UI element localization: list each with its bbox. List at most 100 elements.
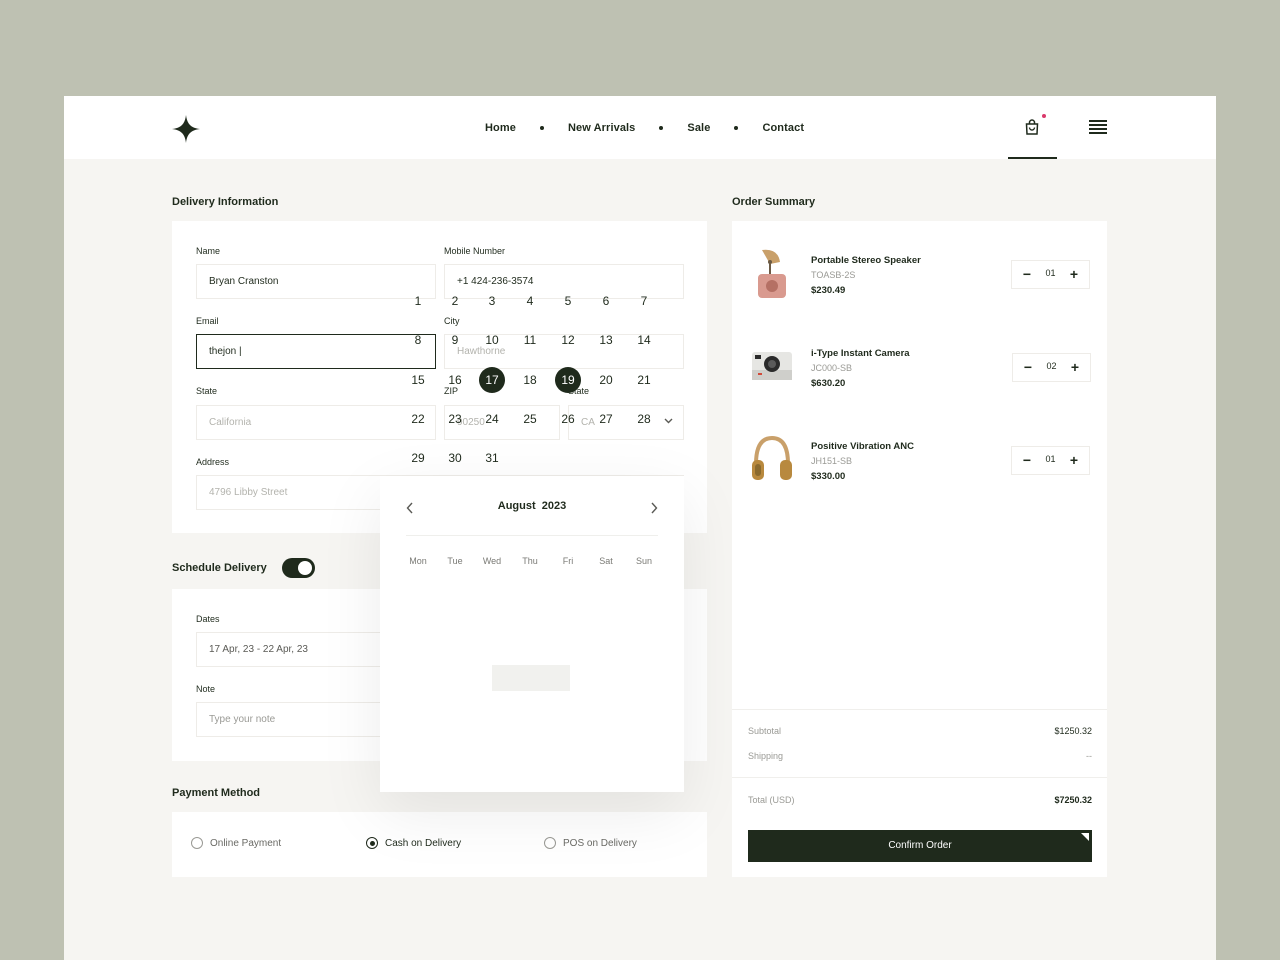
calendar-day[interactable]: 11: [517, 327, 543, 353]
calendar-day[interactable]: 7: [631, 288, 657, 314]
chevron-right-icon[interactable]: [650, 502, 658, 514]
cart-button[interactable]: [1008, 96, 1057, 159]
payment-option-online[interactable]: Online Payment: [191, 837, 281, 849]
calendar-day[interactable]: 25: [517, 406, 543, 432]
calendar-day[interactable]: 29: [405, 445, 431, 471]
weekday-label: Sat: [599, 556, 613, 566]
headphones-product-image: [752, 435, 792, 480]
radio-unchecked-icon: [191, 837, 203, 849]
quantity-stepper: − 02 +: [1012, 353, 1091, 382]
calendar-day[interactable]: 17: [479, 367, 505, 393]
payment-option-pos[interactable]: POS on Delivery: [544, 837, 637, 849]
calendar-day[interactable]: 14: [631, 327, 657, 353]
state-input[interactable]: California: [196, 405, 436, 440]
calendar-day[interactable]: 15: [405, 367, 431, 393]
calendar-day[interactable]: 5: [555, 288, 581, 314]
state-code-select[interactable]: CA: [568, 405, 684, 440]
weekday-label: Fri: [562, 556, 574, 566]
payment-option-label: Cash on Delivery: [385, 837, 462, 849]
cart-notification-badge: [1042, 114, 1046, 118]
schedule-section-title: Schedule Delivery: [172, 562, 267, 574]
chevron-down-icon: [664, 418, 673, 424]
city-label: City: [444, 316, 460, 326]
calendar-day[interactable]: 16: [442, 367, 468, 393]
shopping-bag-icon: [1025, 119, 1039, 135]
calendar-day[interactable]: 28: [631, 406, 657, 432]
weekday-label: Sun: [635, 556, 652, 566]
calendar-month-year: August 2023: [380, 500, 684, 516]
email-label: Email: [196, 316, 219, 326]
nav-separator-dot: [539, 126, 544, 130]
item-name: i-Type Instant Camera: [811, 348, 910, 359]
calendar-day[interactable]: 26: [555, 406, 581, 432]
subtotal-value: $1250.32: [1054, 726, 1092, 736]
calendar-year: 2023: [541, 500, 567, 512]
app-frame: Home New Arrivals Sale Contact Delivery …: [64, 96, 1216, 960]
top-navigation-bar: Home New Arrivals Sale Contact: [64, 96, 1216, 159]
email-input[interactable]: thejon |: [196, 334, 436, 369]
toggle-knob: [298, 561, 312, 575]
payment-option-cash[interactable]: Cash on Delivery: [366, 837, 461, 849]
item-name: Positive Vibration ANC: [811, 441, 914, 452]
corner-triangle-icon: [1081, 833, 1089, 841]
calendar-day[interactable]: 24: [479, 406, 505, 432]
calendar-day[interactable]: 1: [405, 288, 431, 314]
star-logo-icon[interactable]: [172, 115, 200, 143]
plus-icon[interactable]: +: [1067, 267, 1081, 281]
weekday-label: Mon: [409, 556, 427, 566]
nav-separator-dot: [734, 126, 739, 130]
plus-icon[interactable]: +: [1068, 360, 1082, 374]
hamburger-menu-icon[interactable]: [1089, 120, 1107, 136]
shipping-label: Shipping: [748, 751, 784, 761]
summary-divider: [732, 709, 1107, 710]
nav-home[interactable]: Home: [485, 122, 516, 134]
quantity-stepper: − 01 +: [1011, 446, 1090, 475]
item-price: $330.00: [811, 471, 846, 482]
total-value: $7250.32: [1054, 795, 1092, 805]
quantity-stepper: − 01 +: [1011, 260, 1090, 289]
calendar-day[interactable]: 19: [555, 367, 581, 393]
calendar-day[interactable]: 3: [479, 288, 505, 314]
calendar-day[interactable]: 9: [442, 327, 468, 353]
nav-contact[interactable]: Contact: [762, 122, 804, 134]
radio-checked-icon: [366, 837, 378, 849]
calendar-day[interactable]: 2: [442, 288, 468, 314]
name-input[interactable]: Bryan Cranston: [196, 264, 436, 299]
calendar-day[interactable]: 30: [442, 445, 468, 471]
calendar-day[interactable]: 21: [631, 367, 657, 393]
name-label: Name: [196, 246, 221, 256]
payment-option-label: POS on Delivery: [563, 837, 637, 849]
state-label: State: [196, 386, 218, 396]
calendar-day[interactable]: 12: [555, 327, 581, 353]
address-label: Address: [196, 457, 230, 467]
radio-unchecked-icon: [544, 837, 556, 849]
calendar-day[interactable]: 4: [517, 288, 543, 314]
calendar-day[interactable]: 27: [593, 406, 619, 432]
summary-card: [732, 221, 1107, 877]
calendar-day[interactable]: 10: [479, 327, 505, 353]
item-price: $230.49: [811, 285, 846, 296]
item-sku: JH151-SB: [811, 456, 853, 466]
calendar-day[interactable]: 20: [593, 367, 619, 393]
calendar-day[interactable]: 6: [593, 288, 619, 314]
schedule-delivery-toggle[interactable]: [282, 558, 315, 578]
calendar-day[interactable]: 22: [405, 406, 431, 432]
calendar-day[interactable]: 8: [405, 327, 431, 353]
item-sku: JC000-SB: [811, 363, 853, 373]
main-nav: Home New Arrivals Sale Contact: [485, 120, 804, 136]
camera-product-image: [752, 352, 792, 380]
calendar-day[interactable]: 23: [442, 406, 468, 432]
summary-divider: [732, 777, 1107, 778]
summary-section-title: Order Summary: [732, 196, 816, 208]
delivery-section-title: Delivery Information: [172, 196, 279, 208]
calendar-day[interactable]: 18: [517, 367, 543, 393]
calendar-day[interactable]: 13: [593, 327, 619, 353]
note-label: Note: [196, 684, 216, 694]
item-price: $630.20: [811, 378, 846, 389]
plus-icon[interactable]: +: [1067, 453, 1081, 467]
confirm-order-button[interactable]: Confirm Order: [748, 830, 1092, 862]
nav-sale[interactable]: Sale: [687, 122, 710, 134]
nav-separator-dot: [659, 126, 664, 130]
nav-new-arrivals[interactable]: New Arrivals: [568, 122, 635, 134]
calendar-day[interactable]: 31: [479, 445, 505, 471]
